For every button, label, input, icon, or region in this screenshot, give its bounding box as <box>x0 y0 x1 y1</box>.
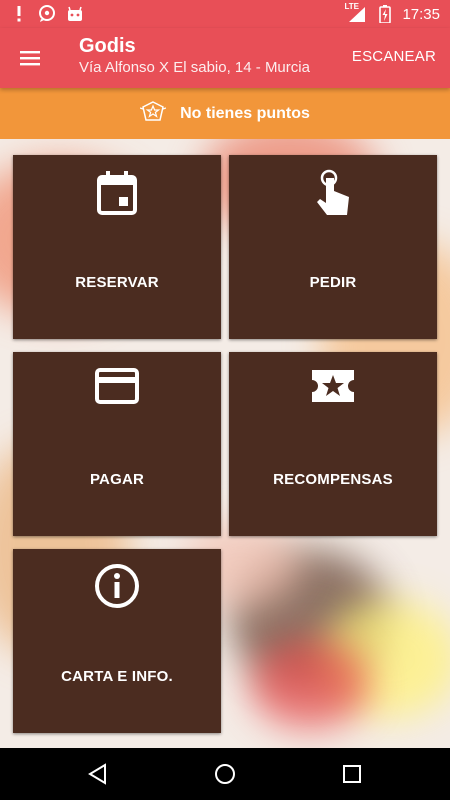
app-bar: Godis Vía Alfonso X El sabio, 14 - Murci… <box>0 28 450 88</box>
battery-icon <box>376 5 394 23</box>
recompensas-tile[interactable]: RECOMPENSAS <box>229 352 437 536</box>
clock: 17:35 <box>402 5 440 23</box>
chat-bubble-icon <box>38 5 56 23</box>
info-icon <box>13 563 221 611</box>
network-type: LTE <box>344 2 359 11</box>
recents-icon[interactable] <box>340 762 364 786</box>
scan-button[interactable]: ESCANEAR <box>352 48 436 65</box>
alert-icon <box>10 5 28 23</box>
navigation-bar <box>0 748 450 800</box>
badge-icon <box>139 100 167 127</box>
reservar-tile[interactable]: RESERVAR <box>13 155 221 339</box>
tile-label: PAGAR <box>89 471 145 488</box>
home-icon[interactable] <box>213 762 237 786</box>
tile-label: CARTA E INFO. <box>61 668 173 685</box>
status-bar: LTE 17:35 <box>0 0 450 28</box>
points-banner[interactable]: No tienes puntos <box>0 88 450 139</box>
ticket-star-icon <box>229 366 437 414</box>
carta-info-tile[interactable]: CARTA E INFO. <box>13 549 221 733</box>
android-icon <box>66 5 84 23</box>
tile-label: PEDIR <box>309 274 357 291</box>
points-text: No tienes puntos <box>180 104 310 122</box>
page-subtitle: Vía Alfonso X El sabio, 14 - Murcia <box>79 59 310 76</box>
pagar-tile[interactable]: PAGAR <box>13 352 221 536</box>
credit-card-icon <box>13 366 221 414</box>
tile-label: RECOMPENSAS <box>273 471 393 488</box>
calendar-icon <box>13 169 221 217</box>
tile-label: RESERVAR <box>75 274 159 291</box>
touch-icon <box>229 169 437 217</box>
menu-icon[interactable] <box>18 46 42 70</box>
back-icon[interactable] <box>86 762 110 786</box>
page-title: Godis <box>79 35 136 57</box>
pedir-tile[interactable]: PEDIR <box>229 155 437 339</box>
title-block: Godis Vía Alfonso X El sabio, 14 - Murci… <box>79 34 344 78</box>
signal-icon: LTE <box>344 2 368 23</box>
